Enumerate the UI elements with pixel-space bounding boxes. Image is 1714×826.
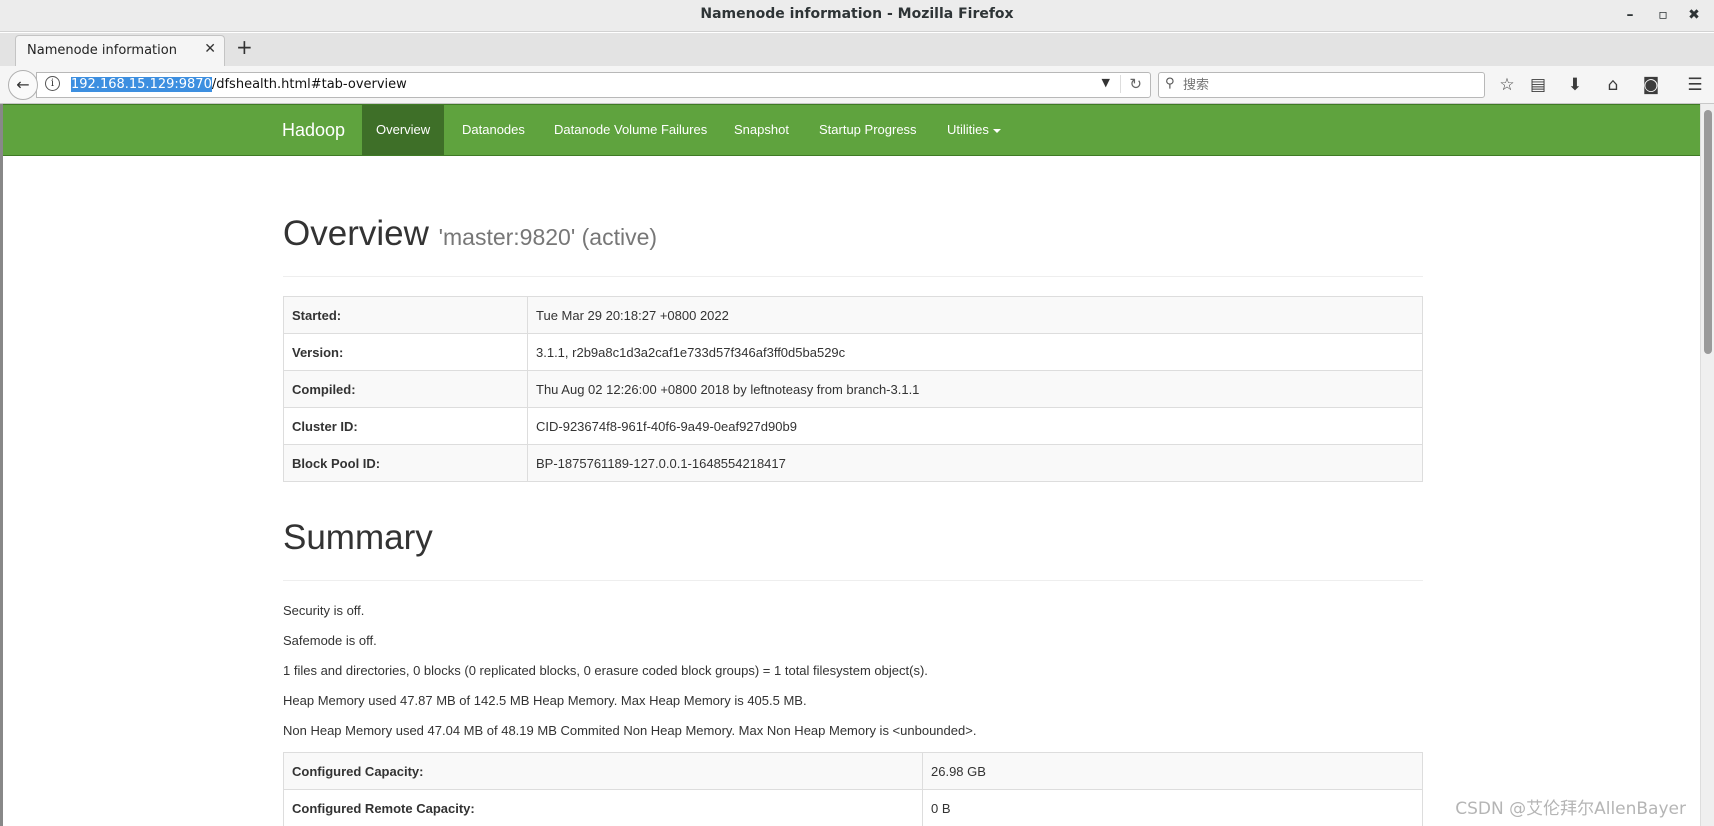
browser-tab[interactable]: Namenode information ✕ [15, 35, 225, 66]
hadoop-navbar: Hadoop Overview Datanodes Datanode Volum… [3, 104, 1700, 156]
url-path: /dfshealth.html#tab-overview [211, 77, 407, 92]
nav-snapshot[interactable]: Snapshot [720, 105, 803, 155]
table-row: Compiled: Thu Aug 02 12:26:00 +0800 2018… [283, 370, 1423, 408]
caret-down-icon [992, 128, 1001, 133]
divider [283, 580, 1423, 581]
minimize-button[interactable]: – [1619, 4, 1641, 26]
table-value: Tue Mar 29 20:18:27 +0800 2022 [527, 296, 1423, 334]
overview-heading: Overview 'master:9820' (active) [283, 214, 657, 254]
scrollbar-thumb[interactable] [1704, 110, 1712, 354]
nav-datanodes[interactable]: Datanodes [448, 105, 539, 155]
new-tab-button[interactable]: + [236, 35, 253, 59]
pocket-icon[interactable]: ◙ [1639, 74, 1663, 96]
table-key: Version: [283, 333, 528, 371]
search-box[interactable]: ⚲ [1158, 72, 1485, 98]
site-info-icon[interactable]: i [45, 76, 60, 91]
table-key: Configured Remote Capacity: [283, 789, 923, 826]
table-key: Started: [283, 296, 528, 334]
bookmark-star-icon[interactable]: ☆ [1495, 74, 1519, 96]
window-close-button[interactable]: ✖ [1683, 4, 1705, 26]
divider [283, 276, 1423, 277]
summary-line: Heap Memory used 47.87 MB of 142.5 MB He… [283, 693, 807, 708]
table-value: Thu Aug 02 12:26:00 +0800 2018 by leftno… [527, 370, 1423, 408]
table-row: Started: Tue Mar 29 20:18:27 +0800 2022 [283, 296, 1423, 334]
watermark: CSDN @艾伦拜尔AllenBayer [1455, 799, 1686, 819]
reading-list-icon[interactable]: ▤ [1526, 74, 1550, 96]
overview-title: Overview [283, 214, 429, 253]
hadoop-brand[interactable]: Hadoop [282, 120, 345, 141]
overview-subtitle: 'master:9820' (active) [438, 224, 658, 250]
summary-line: Safemode is off. [283, 633, 377, 648]
summary-heading: Summary [283, 518, 433, 557]
browser-navbar: i 192.168.15.129:9870/dfshealth.html#tab… [0, 66, 1714, 104]
url-host-selected: 192.168.15.129:9870 [71, 77, 212, 92]
nav-utilities[interactable]: Utilities [933, 105, 1015, 155]
table-key: Compiled: [283, 370, 528, 408]
table-row: Cluster ID: CID-923674f8-961f-40f6-9a49-… [283, 407, 1423, 445]
nav-utilities-label: Utilities [947, 122, 989, 137]
table-key: Configured Capacity: [283, 752, 923, 790]
table-value: CID-923674f8-961f-40f6-9a49-0eaf927d90b9 [527, 407, 1423, 445]
url-dropdown-icon[interactable]: ▼ [1102, 76, 1110, 89]
table-value: 26.98 GB [922, 752, 1423, 790]
table-key: Block Pool ID: [283, 444, 528, 482]
table-row: Version: 3.1.1, r2b9a8c1d3a2caf1e733d57f… [283, 333, 1423, 371]
table-value: 0 B [922, 789, 1423, 826]
summary-table: Configured Capacity: 26.98 GB Configured… [283, 752, 1423, 826]
tab-close-icon[interactable]: ✕ [204, 41, 216, 57]
page-viewport: Hadoop Overview Datanodes Datanode Volum… [0, 104, 1700, 826]
tab-strip: Namenode information ✕ [0, 33, 1714, 66]
nav-datanode-volume-failures[interactable]: Datanode Volume Failures [540, 105, 721, 155]
menu-icon[interactable]: ☰ [1683, 74, 1707, 96]
window-titlebar: Namenode information - Mozilla Firefox –… [0, 0, 1714, 32]
url-text[interactable]: 192.168.15.129:9870/dfshealth.html#tab-o… [71, 77, 407, 92]
nav-startup-progress[interactable]: Startup Progress [805, 105, 931, 155]
summary-line: 1 files and directories, 0 blocks (0 rep… [283, 663, 928, 678]
home-icon[interactable]: ⌂ [1601, 74, 1625, 96]
summary-line: Non Heap Memory used 47.04 MB of 48.19 M… [283, 723, 977, 738]
table-row: Configured Remote Capacity: 0 B [283, 789, 1423, 826]
table-key: Cluster ID: [283, 407, 528, 445]
search-input[interactable] [1183, 76, 1473, 94]
reload-icon[interactable]: ↻ [1120, 75, 1142, 93]
summary-line: Security is off. [283, 603, 365, 618]
back-button[interactable]: ← [8, 70, 38, 100]
maximize-button[interactable]: ▫ [1652, 4, 1674, 26]
table-value: BP-1875761189-127.0.0.1-1648554218417 [527, 444, 1423, 482]
url-bar[interactable]: i 192.168.15.129:9870/dfshealth.html#tab… [36, 72, 1151, 98]
download-icon[interactable]: ⬇ [1563, 74, 1587, 96]
tab-title: Namenode information [27, 43, 177, 58]
window-title: Namenode information - Mozilla Firefox [700, 6, 1014, 22]
vertical-scrollbar[interactable] [1700, 104, 1714, 826]
table-value: 3.1.1, r2b9a8c1d3a2caf1e733d57f346af3ff0… [527, 333, 1423, 371]
table-row: Configured Capacity: 26.98 GB [283, 752, 1423, 790]
overview-table: Started: Tue Mar 29 20:18:27 +0800 2022 … [283, 296, 1423, 482]
nav-overview[interactable]: Overview [362, 105, 445, 155]
table-row: Block Pool ID: BP-1875761189-127.0.0.1-1… [283, 444, 1423, 482]
search-icon: ⚲ [1165, 76, 1175, 91]
